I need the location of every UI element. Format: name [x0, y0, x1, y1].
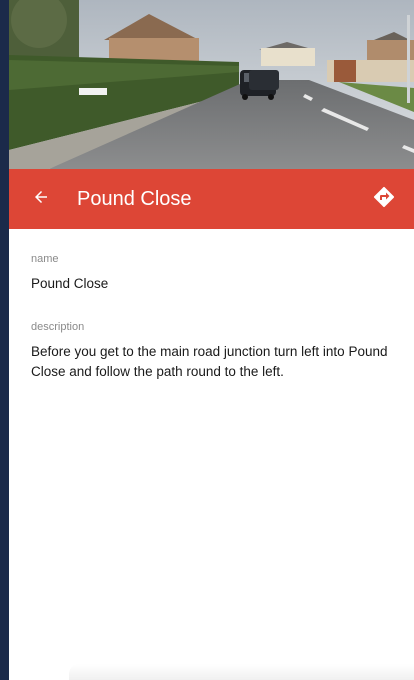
street-photo: [9, 0, 414, 169]
arrow-left-icon: [32, 188, 50, 211]
description-label: description: [31, 321, 85, 333]
bottom-sheet-edge: [69, 664, 414, 680]
detail-panel: Pound Close name Pound Close description…: [9, 0, 414, 680]
page-title: Pound Close: [77, 188, 192, 210]
description-value: Before you get to the main road junction…: [31, 344, 388, 379]
directions-button[interactable]: [368, 183, 400, 215]
description-field: description Before you get to the main r…: [31, 320, 391, 382]
directions-icon: [372, 185, 396, 214]
back-button[interactable]: [27, 185, 55, 213]
details-section: name Pound Close description Before you …: [31, 252, 391, 408]
app-bar: Pound Close: [9, 169, 414, 229]
name-label: name: [31, 253, 59, 265]
name-field: name Pound Close: [31, 252, 391, 294]
name-value: Pound Close: [31, 276, 109, 291]
window-edge: [0, 0, 9, 680]
